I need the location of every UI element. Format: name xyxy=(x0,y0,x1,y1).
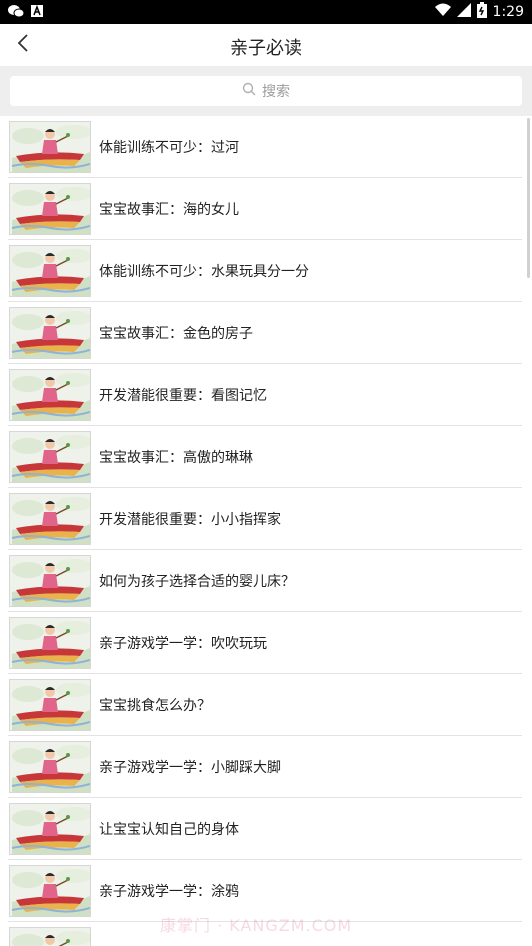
notification-icon xyxy=(30,3,44,17)
article-thumbnail xyxy=(9,802,91,855)
list-item[interactable]: 开发潜能很重要：小小指挥家 xyxy=(8,488,522,550)
article-thumbnail xyxy=(9,120,91,173)
article-title: 宝宝故事汇：高傲的琳琳 xyxy=(99,449,253,466)
list-item[interactable]: 宝宝故事汇：金色的房子 xyxy=(8,302,522,364)
article-title: 让宝宝认知自己的身体 xyxy=(99,821,239,838)
article-title: 亲子游戏学一学：吹吹玩玩 xyxy=(99,635,267,652)
status-left xyxy=(8,3,44,18)
list-item[interactable]: 宝宝故事汇：高傲的琳琳 xyxy=(8,426,522,488)
article-title: 亲子游戏学一学：小脚踩大脚 xyxy=(99,759,281,776)
article-thumbnail xyxy=(9,244,91,297)
article-title: 体能训练不可少：过河 xyxy=(99,139,239,156)
status-bar: 1:29 xyxy=(0,0,532,24)
battery-icon xyxy=(476,2,487,22)
article-thumbnail xyxy=(9,616,91,669)
article-title: 开发潜能很重要：小小指挥家 xyxy=(99,511,281,528)
list-item[interactable]: 亲子游戏学一学：小脚踩大脚 xyxy=(8,736,522,798)
article-thumbnail xyxy=(9,430,91,483)
article-thumbnail xyxy=(9,182,91,235)
article-title: 宝宝故事汇：海的女儿 xyxy=(99,201,239,218)
article-thumbnail xyxy=(9,926,91,946)
wechat-icon xyxy=(8,3,25,18)
article-title: 宝宝挑食怎么办？ xyxy=(99,697,211,714)
list-item[interactable]: 让宝宝认知自己的身体 xyxy=(8,798,522,860)
signal-icon xyxy=(456,3,471,21)
search-placeholder: 搜索 xyxy=(262,84,290,100)
article-thumbnail xyxy=(9,740,91,793)
article-title: 如何为孩子选择合适的婴儿床？ xyxy=(99,573,295,590)
page-title: 亲子必读 xyxy=(230,38,302,59)
list-item[interactable]: 宝宝故事汇：海的女儿 xyxy=(8,178,522,240)
article-title: 体能训练不可少：水果玩具分一分 xyxy=(99,263,309,280)
app-header: 亲子必读 xyxy=(0,24,532,66)
wifi-icon xyxy=(434,3,451,21)
article-thumbnail xyxy=(9,554,91,607)
search-icon xyxy=(242,82,256,100)
list-item[interactable]: 开发潜能很重要：看图记忆 xyxy=(8,364,522,426)
status-right: 1:29 xyxy=(434,2,524,22)
article-thumbnail xyxy=(9,864,91,917)
list-item[interactable]: 宝宝挑食怎么办？ xyxy=(8,674,522,736)
article-thumbnail xyxy=(9,368,91,421)
list-item[interactable]: 如何为孩子选择合适的婴儿床？ xyxy=(8,550,522,612)
list-item[interactable]: 体能训练不可少：水果玩具分一分 xyxy=(8,240,522,302)
article-title: 亲子游戏学一学：涂鸦 xyxy=(99,883,239,900)
article-thumbnail xyxy=(9,306,91,359)
article-thumbnail xyxy=(9,492,91,545)
article-title: 开发潜能很重要：看图记忆 xyxy=(99,387,267,404)
article-title: 宝宝故事汇：金色的房子 xyxy=(99,325,253,342)
watermark: 康掌门 · KANGZM.COM xyxy=(160,916,353,935)
article-list: 体能训练不可少：过河 宝宝故事汇：海的女儿 体能训练不可少：水果玩具分一分 宝宝… xyxy=(0,116,532,946)
list-item[interactable]: 亲子游戏学一学：吹吹玩玩 xyxy=(8,612,522,674)
status-time: 1:29 xyxy=(492,4,524,20)
search-area: 搜索 xyxy=(0,66,532,116)
search-input[interactable]: 搜索 xyxy=(10,76,522,106)
article-thumbnail xyxy=(9,678,91,731)
list-item[interactable]: 体能训练不可少：过河 xyxy=(8,116,522,178)
